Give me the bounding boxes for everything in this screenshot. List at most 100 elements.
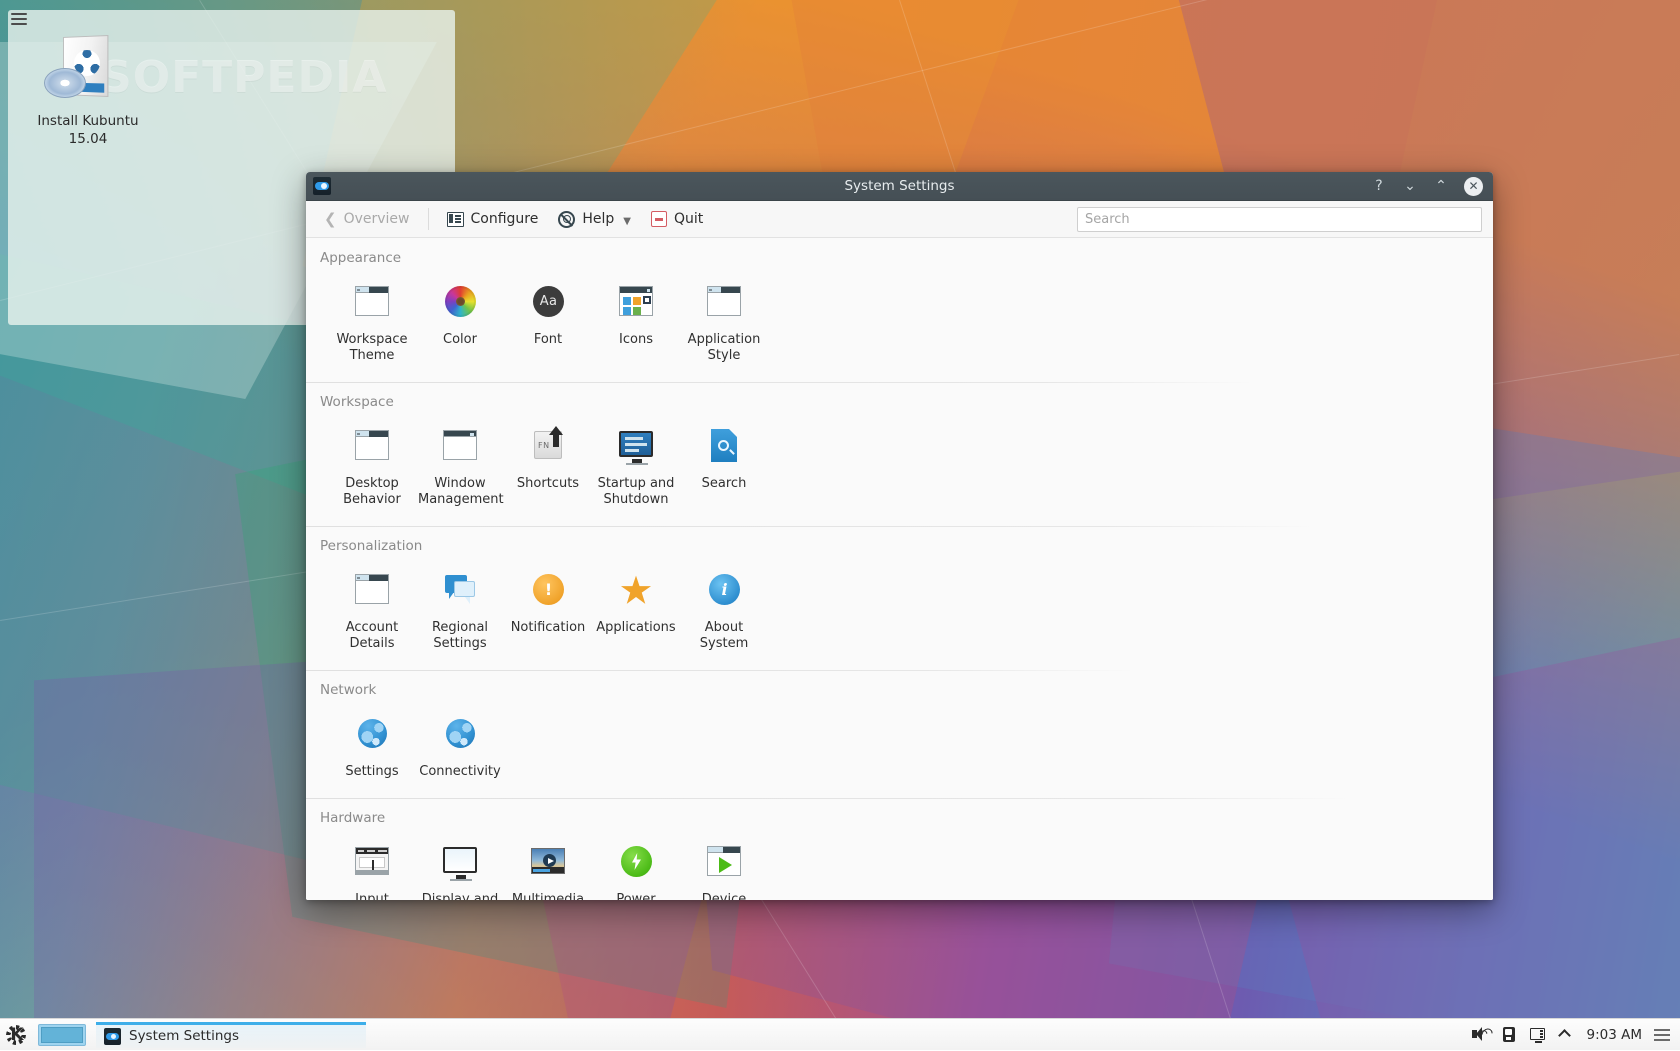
application-style-icon [700, 278, 748, 326]
kcm-tile-power-management[interactable]: Power Management [592, 834, 680, 900]
system-settings-icon [104, 1028, 121, 1045]
help-button[interactable]: ? [1371, 179, 1387, 193]
kcm-tile-label: Color [418, 332, 502, 348]
kcm-tile-label: About System [682, 620, 766, 652]
account-details-icon [348, 566, 396, 614]
kcm-tile-shortcuts[interactable]: Shortcuts [504, 418, 592, 514]
search-document-icon [700, 422, 748, 470]
help-menu-button[interactable]: Help ▼ [548, 207, 641, 232]
kcm-tile-device-actions[interactable]: Device Actions [680, 834, 768, 900]
kcm-tile-label: Input Devices [330, 892, 414, 900]
kcm-tile-workspace-theme[interactable]: Workspace Theme [328, 274, 416, 370]
task-label: System Settings [129, 1028, 239, 1044]
usb-device-icon[interactable] [1500, 1026, 1517, 1043]
section-title: Hardware [320, 810, 385, 826]
power-management-icon [612, 838, 660, 886]
pager-icon[interactable] [38, 1024, 86, 1046]
section-grid: Input Devices Display and MonitorMultimed… [306, 830, 1493, 900]
quit-label: Quit [674, 211, 703, 227]
startup-shutdown-icon [612, 422, 660, 470]
kcm-tile-applications[interactable]: Applications [592, 562, 680, 658]
configure-button[interactable]: Configure [437, 207, 549, 231]
section-title: Network [320, 682, 376, 698]
window-titlebar[interactable]: System Settings ? ⌄ ⌃ ✕ [306, 172, 1493, 201]
kcm-tile-account-details[interactable]: Account Details [328, 562, 416, 658]
display-network-icon[interactable] [1529, 1026, 1546, 1043]
kcm-tile-label: Window Management [418, 476, 502, 508]
notification-icon: ! [524, 566, 572, 614]
kcm-tile-label: Workspace Theme [330, 332, 414, 364]
kcm-tile-displayand-monitor[interactable]: Display and Monitor [416, 834, 504, 900]
section-divider [306, 526, 1493, 527]
taskbar-panel[interactable]: K System Settings 9:03 AM [0, 1018, 1680, 1050]
regional-settings-icon [436, 566, 484, 614]
window-toolbar[interactable]: ❮ Overview Configure Help ▼ Quit [306, 201, 1493, 238]
section-grid: Account DetailsRegional Settings! Notific… [306, 558, 1493, 666]
section-grid: SettingsConnectivity [306, 702, 1493, 794]
kcm-tile-label: Icons [594, 332, 678, 348]
kcm-tile-label: Connectivity [418, 764, 502, 780]
kcm-tile-search[interactable]: Search [680, 418, 768, 514]
window-management-icon [436, 422, 484, 470]
kcm-tile-desktop-behavior[interactable]: Desktop Behavior [328, 418, 416, 514]
chevron-up-icon[interactable] [1558, 1026, 1575, 1043]
kcm-tile-label: Regional Settings [418, 620, 502, 652]
overview-label: Overview [344, 211, 410, 227]
overview-button[interactable]: ❮ Overview [314, 206, 420, 232]
kcm-tile-color[interactable]: Color [416, 274, 504, 370]
kcm-tile-about-system[interactable]: i About System [680, 562, 768, 658]
window-title: System Settings [306, 178, 1493, 194]
kcm-tile-label: Notification [506, 620, 590, 636]
kcm-tile-settings[interactable]: Settings [328, 706, 416, 786]
close-button[interactable]: ✕ [1464, 177, 1483, 196]
device-actions-icon [700, 838, 748, 886]
kcm-tile-application-style[interactable]: Application Style [680, 274, 768, 370]
settings-section: PersonalizationAccount DetailsRegional S… [306, 526, 1493, 670]
kcm-tile-window-management[interactable]: Window Management [416, 418, 504, 514]
kcm-tile-input-devices[interactable]: Input Devices [328, 834, 416, 900]
task-button[interactable]: System Settings [96, 1022, 366, 1048]
configure-label: Configure [471, 211, 539, 227]
chevron-left-icon: ❮ [324, 210, 337, 228]
color-wheel-icon [436, 278, 484, 326]
search-input[interactable] [1077, 207, 1482, 232]
system-tray[interactable]: 9:03 AM [1471, 1026, 1680, 1043]
kickoff-k-icon[interactable]: K [0, 1019, 34, 1051]
section-header: Hardware [306, 798, 1493, 830]
kcm-tile-connectivity[interactable]: Connectivity [416, 706, 504, 786]
quit-button[interactable]: Quit [641, 207, 713, 231]
font-aa-icon: Aa [524, 278, 572, 326]
kcm-tile-regional-settings[interactable]: Regional Settings [416, 562, 504, 658]
system-settings-window[interactable]: System Settings ? ⌄ ⌃ ✕ ❮ Overview Confi… [306, 172, 1493, 900]
tray-hamburger-icon[interactable] [1654, 1029, 1670, 1041]
section-grid: Desktop BehaviorWindow ManagementShortcu… [306, 414, 1493, 522]
window-controls[interactable]: ? ⌄ ⌃ ✕ [1371, 177, 1493, 196]
about-system-icon: i [700, 566, 748, 614]
clock[interactable]: 9:03 AM [1587, 1027, 1643, 1043]
kcm-tile-notification[interactable]: ! Notification [504, 562, 592, 658]
section-header: Appearance [306, 238, 1493, 270]
launcher-label: K [10, 1025, 23, 1045]
kcm-tile-multimedia[interactable]: Multimedia [504, 834, 592, 900]
desktop-hamburger-icon[interactable] [8, 8, 30, 30]
kcm-tile-label: Application Style [682, 332, 766, 364]
connectivity-globe-icon [436, 710, 484, 758]
kcm-tile-font[interactable]: Aa Font [504, 274, 592, 370]
kcm-tile-label: Desktop Behavior [330, 476, 414, 508]
kcm-tile-icons[interactable]: Icons [592, 274, 680, 370]
task-list[interactable]: System Settings [96, 1022, 366, 1048]
icons-theme-icon [612, 278, 660, 326]
settings-section: Appearance Workspace ThemeColor Aa FontIcon… [306, 238, 1493, 382]
desktop-icon-install-kubuntu[interactable]: Install Kubuntu 15.04 [32, 34, 144, 148]
kcm-tile-startupand-shutdown[interactable]: Startup and Shutdown [592, 418, 680, 514]
kcm-tile-label: Font [506, 332, 590, 348]
chevron-down-icon[interactable]: ▼ [623, 216, 631, 227]
kcm-tile-label: Display and Monitor [418, 892, 502, 900]
kubuntu-installer-icon [32, 34, 144, 106]
maximize-button[interactable]: ⌃ [1433, 179, 1449, 193]
search-container[interactable] [1077, 207, 1485, 232]
configure-list-icon [447, 212, 464, 227]
speaker-icon[interactable] [1471, 1026, 1488, 1043]
display-monitor-icon [436, 838, 484, 886]
minimize-button[interactable]: ⌄ [1402, 179, 1418, 193]
